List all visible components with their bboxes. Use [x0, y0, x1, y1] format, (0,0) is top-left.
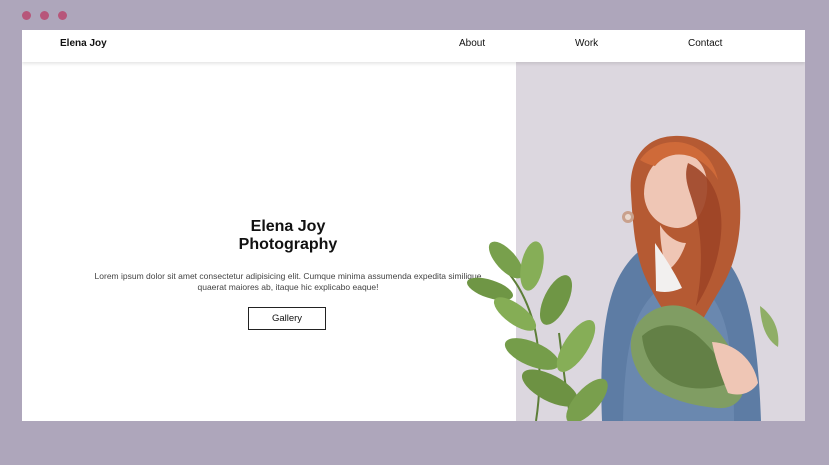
nav-link-about[interactable]: About — [459, 38, 485, 49]
hero-section: Elena Joy Photography Lorem ipsum dolor … — [22, 62, 516, 421]
hero-title-line-1: Elena Joy — [250, 218, 326, 235]
website-frame: Elena Joy About Work Contact Elena Joy P… — [22, 30, 805, 421]
window-controls — [22, 11, 67, 20]
minimize-window-dot[interactable] — [40, 11, 49, 20]
close-window-dot[interactable] — [22, 11, 31, 20]
plant-leaves-image — [467, 241, 608, 421]
nav-link-work[interactable]: Work — [575, 38, 598, 49]
hero-title-line-2: Photography — [238, 236, 338, 253]
maximize-window-dot[interactable] — [58, 11, 67, 20]
site-header: Elena Joy About Work Contact — [22, 30, 805, 62]
hero-description: Lorem ipsum dolor sit amet consectetur a… — [94, 271, 482, 292]
nav-link-contact[interactable]: Contact — [688, 38, 722, 49]
gallery-button[interactable]: Gallery — [248, 307, 326, 330]
site-brand[interactable]: Elena Joy — [60, 38, 107, 49]
